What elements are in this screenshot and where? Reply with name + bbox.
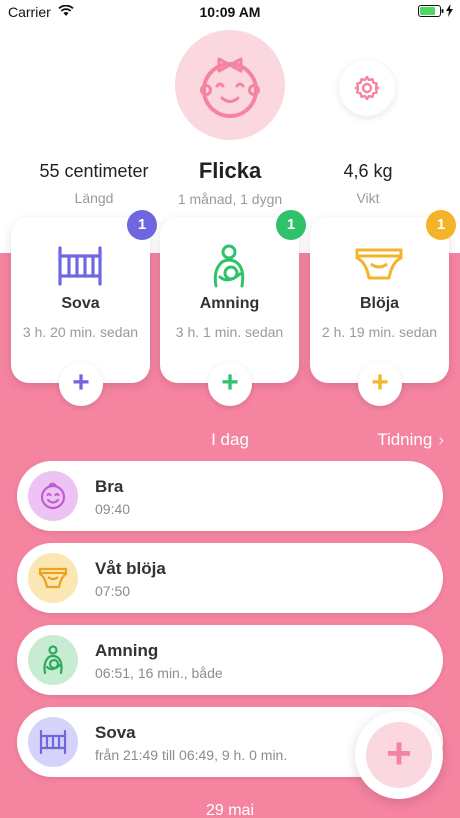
timeline-link-label: Tidning [377, 430, 433, 449]
event-title: Amning [95, 641, 159, 660]
length-label: Längd [74, 190, 114, 206]
event-subtitle: 06:51, 16 min., både [95, 665, 223, 681]
date-section-label: 29 mai [205, 802, 255, 818]
event-row[interactable]: Våt blöja 07:50 [17, 543, 443, 613]
event-icon-circle [28, 553, 78, 603]
chevron-right-icon: › [438, 430, 444, 449]
event-icon-circle [28, 471, 78, 521]
weight-label: Vikt [356, 190, 380, 206]
feeding-card-title: Amning [199, 295, 260, 312]
diaper-count-badge: 1 [426, 210, 456, 240]
weight-value: 4,6 kg [343, 161, 393, 181]
diaper-icon [38, 567, 68, 589]
event-icon-circle [28, 635, 78, 685]
diaper-card[interactable]: Blöja 2 h. 19 min. sedan 1 [310, 210, 456, 383]
baby-girl-icon [200, 57, 260, 118]
plus-icon: + [366, 722, 432, 788]
diaper-icon [355, 248, 403, 280]
add-feeding-button[interactable]: + [208, 362, 252, 406]
diaper-card-title: Blöja [359, 295, 400, 312]
battery-icon [418, 5, 444, 17]
gear-icon [354, 75, 380, 101]
add-diaper-button[interactable]: + [358, 362, 402, 406]
baby-avatar[interactable] [175, 30, 285, 140]
length-stat: 55 centimeter Längd [20, 161, 168, 206]
event-icon-circle [28, 717, 78, 767]
baby-name: Flicka [198, 158, 262, 183]
event-subtitle: 09:40 [95, 501, 131, 517]
event-title: Våt blöja [95, 559, 166, 578]
diaper-card-time: 2 h. 19 min. sedan [321, 324, 438, 340]
sleep-card-title: Sova [61, 295, 100, 312]
crib-icon [39, 729, 67, 755]
status-time: 10:09 AM [199, 4, 261, 20]
weight-stat: 4,6 kg Vikt [318, 161, 418, 206]
baby-name-stat: Flicka 1 månad, 1 dygn [150, 158, 310, 207]
breastfeeding-icon [43, 645, 63, 675]
status-bar: Carrier 10:09 AM [0, 0, 460, 24]
feeding-count-badge: 1 [276, 210, 306, 240]
event-title: Sova [95, 723, 136, 742]
add-sleep-button[interactable]: + [59, 362, 103, 406]
settings-button[interactable] [339, 60, 395, 116]
crib-icon [58, 246, 102, 286]
event-subtitle: 07:50 [95, 583, 131, 599]
sleep-card-time: 3 h. 20 min. sedan [22, 324, 139, 340]
sleep-count-badge: 1 [127, 210, 157, 240]
charging-icon [446, 4, 453, 17]
add-event-button[interactable]: + [355, 711, 443, 799]
sleep-card[interactable]: Sova 3 h. 20 min. sedan 1 [11, 210, 157, 383]
feeding-card-time: 3 h. 1 min. sedan [175, 324, 284, 340]
breastfeeding-icon [213, 244, 245, 288]
event-title: Bra [95, 477, 124, 496]
baby-age: 1 månad, 1 dygn [177, 191, 283, 207]
event-subtitle: från 21:49 till 06:49, 9 h. 0 min. [95, 747, 288, 763]
event-row[interactable]: Bra 09:40 [17, 461, 443, 531]
happy-baby-icon [40, 482, 66, 510]
feeding-card[interactable]: Amning 3 h. 1 min. sedan 1 [160, 210, 306, 383]
length-value: 55 centimeter [39, 161, 149, 181]
timeline-link[interactable]: Tidning › [377, 430, 444, 450]
event-row[interactable]: Amning 06:51, 16 min., både [17, 625, 443, 695]
